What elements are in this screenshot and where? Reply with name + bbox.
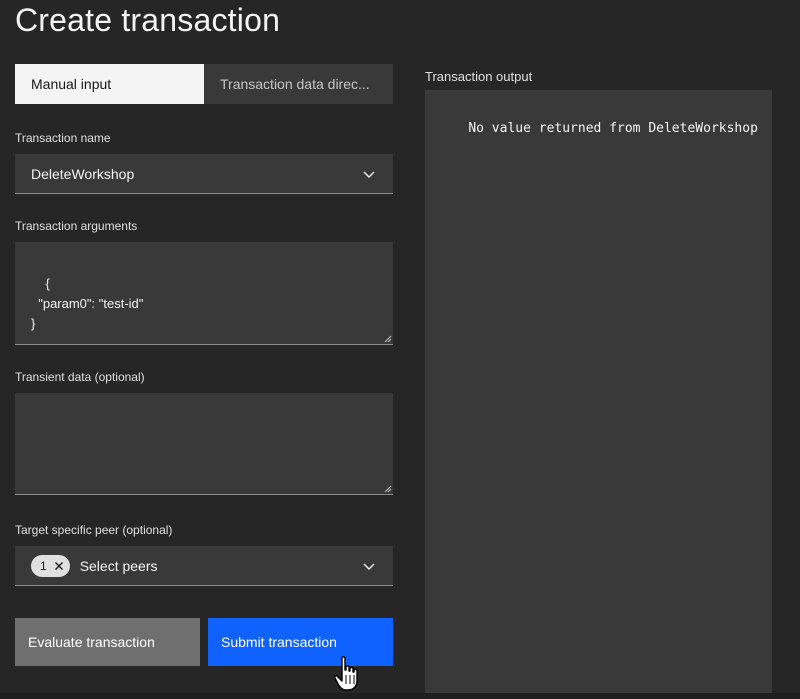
target-peer-label: Target specific peer (optional): [15, 523, 173, 537]
input-mode-tabs: Manual input Transaction data direc...: [15, 64, 393, 104]
resize-grip-icon[interactable]: [384, 335, 392, 343]
bottom-edge: [0, 693, 800, 699]
tab-label: Transaction data direc...: [220, 76, 370, 92]
create-transaction-page: Create transaction Manual input Transact…: [0, 0, 800, 699]
target-peer-multiselect[interactable]: 1 Select peers: [15, 546, 393, 586]
resize-grip-icon[interactable]: [384, 485, 392, 493]
transaction-name-value: DeleteWorkshop: [31, 165, 135, 182]
hand-pointer-icon: [334, 656, 358, 691]
tab-transaction-data-directory[interactable]: Transaction data direc...: [204, 64, 393, 104]
transient-data-label: Transient data (optional): [15, 370, 145, 384]
transient-data-textarea[interactable]: [15, 393, 393, 495]
submit-button-label: Submit transaction: [221, 634, 337, 650]
transaction-output-label: Transaction output: [425, 69, 533, 84]
evaluate-transaction-button[interactable]: Evaluate transaction: [15, 618, 200, 666]
page-title: Create transaction: [15, 2, 281, 38]
transaction-arguments-textarea[interactable]: { "param0": "test-id" }: [15, 242, 393, 345]
transaction-name-dropdown[interactable]: DeleteWorkshop: [15, 154, 393, 194]
selected-count: 1: [40, 558, 47, 573]
transaction-name-label: Transaction name: [15, 131, 111, 145]
select-peers-placeholder: Select peers: [79, 557, 158, 574]
tab-label: Manual input: [31, 76, 112, 92]
submit-transaction-button[interactable]: Submit transaction: [208, 618, 393, 666]
tab-manual-input[interactable]: Manual input: [15, 64, 204, 104]
selected-count-tag: 1: [31, 554, 70, 577]
transaction-output-text: No value returned from DeleteWorkshop: [468, 121, 758, 136]
transaction-arguments-value: { "param0": "test-id" }: [31, 276, 144, 331]
chevron-down-icon: [363, 171, 375, 178]
chevron-down-icon: [363, 563, 375, 570]
transaction-arguments-label: Transaction arguments: [15, 219, 138, 233]
close-icon[interactable]: [54, 561, 64, 571]
evaluate-button-label: Evaluate transaction: [28, 634, 155, 650]
transaction-output-panel: No value returned from DeleteWorkshop: [425, 90, 772, 699]
